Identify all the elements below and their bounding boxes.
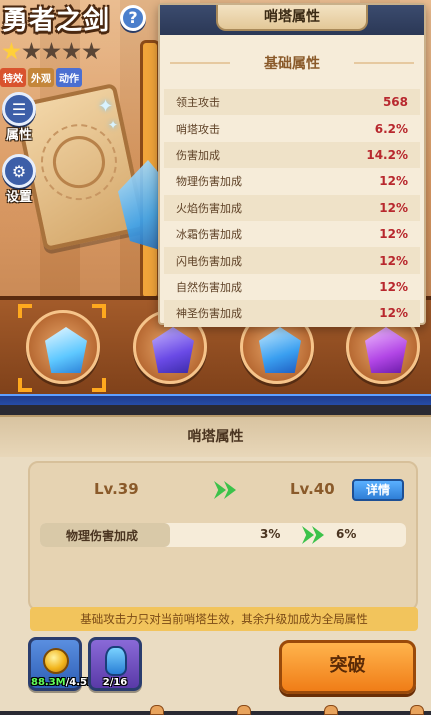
attribute-name: 闪电伤害加成 <box>176 254 242 268</box>
tower-icon <box>365 327 407 373</box>
tag-list: 特效 外观 动作 <box>0 68 82 87</box>
hero-title: 勇者之剑 <box>2 6 111 36</box>
tower-icon <box>152 327 194 373</box>
star-icon-empty <box>82 42 101 60</box>
next-level: Lv.40 <box>290 480 335 498</box>
attribute-row: 火焰伤害加成 12% <box>164 194 420 221</box>
sparkle-icon: ✦ <box>98 96 114 117</box>
attribute-list: 领主攻击 568 哨塔攻击 6.2% 伤害加成 14.2% 物理伤害加成 12% 火焰伤… <box>164 89 420 327</box>
attribute-row: 闪电伤害加成 12% <box>164 247 420 274</box>
stat-upgrade-row: 物理伤害加成 3% 6% <box>40 523 406 547</box>
attribute-value: 12% <box>379 306 408 321</box>
attribute-row: 哨塔攻击 6.2% <box>164 115 420 141</box>
attribute-value: 568 <box>382 95 408 110</box>
attribute-value: 12% <box>379 174 408 189</box>
tag-effect[interactable]: 特效 <box>0 68 26 87</box>
stat-next-value: 6% <box>336 527 357 541</box>
attribute-value: 12% <box>379 279 408 294</box>
panel-title: 哨塔属性 <box>187 429 244 445</box>
arrow-right-icon <box>214 481 238 499</box>
attribute-name: 物理伤害加成 <box>176 175 242 189</box>
bottom-tab-tip <box>237 705 251 715</box>
section-title: 基础属性 <box>160 53 424 73</box>
star-icon-empty <box>42 42 61 60</box>
potion-cost-quantity: 2/16 <box>102 677 128 688</box>
star-icon-empty <box>62 42 81 60</box>
attribute-row: 伤害加成 14.2% <box>164 141 420 169</box>
attribute-row: 物理伤害加成 12% <box>164 168 420 194</box>
attribute-row: 神圣伤害加成 12% <box>164 300 420 327</box>
sparkle-icon: ✦ <box>108 118 119 132</box>
attribute-value: 14.2% <box>366 147 408 162</box>
bottom-tab-tip <box>410 705 424 715</box>
stat-name: 物理伤害加成 <box>66 529 139 543</box>
tower-icon <box>259 327 301 373</box>
tag-action[interactable]: 动作 <box>56 68 82 87</box>
current-level: Lv.39 <box>94 480 139 498</box>
attribute-name: 伤害加成 <box>176 148 220 162</box>
tower-icon <box>45 327 87 373</box>
attribute-value: 12% <box>379 227 408 242</box>
attributes-button[interactable]: ☰ 属性 <box>0 92 38 143</box>
selection-corner <box>92 378 106 392</box>
breakthrough-button[interactable]: 突破 <box>279 640 416 694</box>
star-icon-empty <box>22 42 41 60</box>
attribute-name: 冰霜伤害加成 <box>176 228 242 242</box>
potion-cost-item[interactable]: 2/16 <box>88 637 142 691</box>
list-icon: ☰ <box>2 92 36 126</box>
attribute-row: 自然伤害加成 12% <box>164 274 420 300</box>
popup-title: 哨塔属性 <box>216 5 368 31</box>
attribute-name: 领主攻击 <box>176 96 220 110</box>
attribute-row: 冰霜伤害加成 12% <box>164 221 420 247</box>
gold-cost-quantity: 88.3M/4.5K <box>31 677 95 688</box>
help-button[interactable]: ? <box>120 5 146 31</box>
tag-appearance[interactable]: 外观 <box>28 68 54 87</box>
level-row: Lv.39 Lv.40 详情 <box>30 471 416 509</box>
attribute-row: 领主攻击 568 <box>164 89 420 116</box>
gold-coin-icon <box>43 648 69 674</box>
star-rating <box>2 42 101 61</box>
settings-label: 设置 <box>5 190 32 205</box>
attributes-label: 属性 <box>5 128 32 143</box>
tower-slot-selected[interactable] <box>26 310 100 384</box>
attribute-name: 哨塔攻击 <box>176 122 220 136</box>
bottom-tab-tip <box>324 705 338 715</box>
attribute-value: 12% <box>379 253 408 268</box>
notice-banner: 基础攻击力只对当前哨塔生效，其余升级加成为全局属性 <box>30 607 418 631</box>
attribute-name: 火焰伤害加成 <box>176 201 242 215</box>
potion-icon <box>105 646 127 676</box>
arrow-right-icon <box>302 526 326 544</box>
attribute-name: 自然伤害加成 <box>176 280 242 294</box>
gold-cost-item[interactable]: 88.3M/4.5K <box>28 637 95 691</box>
game-scene: ✦ ✦ 勇者之剑 ? 特效 外观 动作 ☰ 属性 ⚙ 设置 哨塔属性 基础属性 … <box>0 0 431 405</box>
star-icon-filled <box>2 42 21 60</box>
gear-icon: ⚙ <box>2 154 36 188</box>
upgrade-box: Lv.39 Lv.40 详情 物理伤害加成 3% 6% <box>28 461 418 611</box>
details-button[interactable]: 详情 <box>352 479 404 501</box>
bottom-tab-tip <box>150 705 164 715</box>
attribute-value: 6.2% <box>374 121 408 136</box>
attribute-name: 神圣伤害加成 <box>176 307 242 321</box>
selection-corner <box>18 378 32 392</box>
settings-button[interactable]: ⚙ 设置 <box>0 154 38 205</box>
selection-corner <box>18 304 32 318</box>
attribute-value: 12% <box>379 200 408 215</box>
selection-corner <box>92 304 106 318</box>
stat-current-value: 3% <box>260 527 281 541</box>
tower-attributes-popup: 哨塔属性 基础属性 领主攻击 568 哨塔攻击 6.2% 伤害加成 14.2% 物理伤… <box>158 3 426 327</box>
upgrade-panel: 哨塔属性 Lv.39 Lv.40 详情 物理伤害加成 3% 6% 基础攻击力只对… <box>0 415 431 715</box>
